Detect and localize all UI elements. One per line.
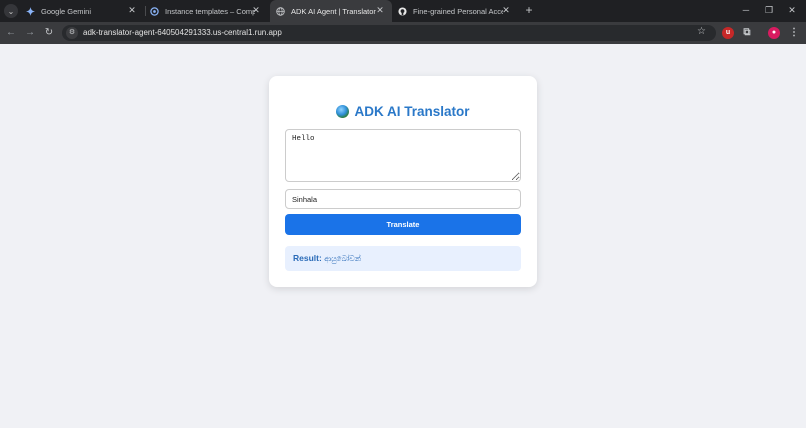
plus-icon: + bbox=[525, 3, 533, 17]
profile-avatar[interactable]: ● bbox=[768, 27, 780, 39]
tab-google-gemini[interactable]: Google Gemini ✕ bbox=[22, 0, 144, 22]
page-title-text: ADK AI Translator bbox=[354, 104, 470, 119]
close-icon[interactable]: ✕ bbox=[126, 5, 138, 16]
reload-icon: ↻ bbox=[44, 27, 54, 38]
bookmark-star-icon[interactable]: ☆ bbox=[697, 26, 706, 37]
close-icon: ✕ bbox=[788, 5, 796, 15]
forward-button[interactable]: → bbox=[23, 26, 37, 40]
address-bar[interactable]: ⚙ adk-translator-agent-640504291333.us-c… bbox=[62, 25, 716, 41]
gemini-icon bbox=[26, 6, 35, 16]
result-label: Result: bbox=[293, 253, 322, 263]
minimize-button[interactable]: ─ bbox=[736, 3, 756, 17]
site-info-icon[interactable]: ⚙ bbox=[66, 27, 78, 39]
page-title: ADK AI Translator bbox=[269, 104, 537, 119]
close-icon[interactable]: ✕ bbox=[500, 5, 512, 16]
tab-search-button[interactable]: ⌄ bbox=[4, 4, 18, 18]
tab-strip: ⌄ Google Gemini ✕ Instance templates – C… bbox=[0, 0, 806, 22]
arrow-right-icon: → bbox=[25, 27, 35, 38]
more-menu-icon[interactable]: ⋮ bbox=[788, 27, 800, 39]
result-panel: Result: ආයුබෝවන් bbox=[285, 246, 521, 271]
close-icon[interactable]: ✕ bbox=[250, 5, 262, 16]
tab-instance-templates[interactable]: Instance templates – Compute ✕ bbox=[146, 0, 268, 22]
extensions-puzzle-icon[interactable]: ⧉ bbox=[741, 27, 753, 39]
github-icon bbox=[398, 6, 407, 16]
translator-card: ADK AI Translator Hello Translate Result… bbox=[269, 76, 537, 287]
reload-button[interactable]: ↻ bbox=[42, 26, 56, 40]
close-window-button[interactable]: ✕ bbox=[782, 3, 802, 17]
back-button[interactable]: ← bbox=[4, 26, 18, 40]
globe-icon bbox=[276, 6, 285, 16]
globe-icon bbox=[336, 105, 350, 118]
restore-icon: ❐ bbox=[764, 5, 774, 15]
tab-adk-translator[interactable]: ADK AI Agent | Translator ✕ bbox=[270, 0, 392, 22]
browser-toolbar: ← → ↻ ⚙ adk-translator-agent-64050429133… bbox=[0, 22, 806, 44]
google-cloud-icon bbox=[150, 6, 159, 16]
restore-button[interactable]: ❐ bbox=[759, 3, 779, 17]
ublock-extension-icon[interactable]: u bbox=[722, 27, 734, 39]
close-icon[interactable]: ✕ bbox=[374, 5, 386, 16]
translate-button[interactable]: Translate bbox=[285, 214, 521, 235]
arrow-left-icon: ← bbox=[6, 27, 16, 38]
source-text-input[interactable]: Hello bbox=[285, 129, 521, 182]
tab-title: Instance templates – Compute bbox=[165, 6, 255, 16]
target-language-input[interactable] bbox=[285, 189, 521, 209]
chevron-down-icon: ⌄ bbox=[7, 6, 15, 16]
tab-title: ADK AI Agent | Translator bbox=[291, 6, 376, 16]
tab-title: Google Gemini bbox=[41, 6, 92, 16]
result-value: ආයුබෝවන් bbox=[324, 254, 361, 263]
new-tab-button[interactable]: + bbox=[522, 3, 536, 17]
url-text: adk-translator-agent-640504291333.us-cen… bbox=[83, 28, 282, 37]
tab-title: Fine-grained Personal Access T bbox=[413, 6, 503, 16]
minimize-icon: ─ bbox=[742, 5, 750, 15]
tab-github-tokens[interactable]: Fine-grained Personal Access T ✕ bbox=[394, 0, 518, 22]
